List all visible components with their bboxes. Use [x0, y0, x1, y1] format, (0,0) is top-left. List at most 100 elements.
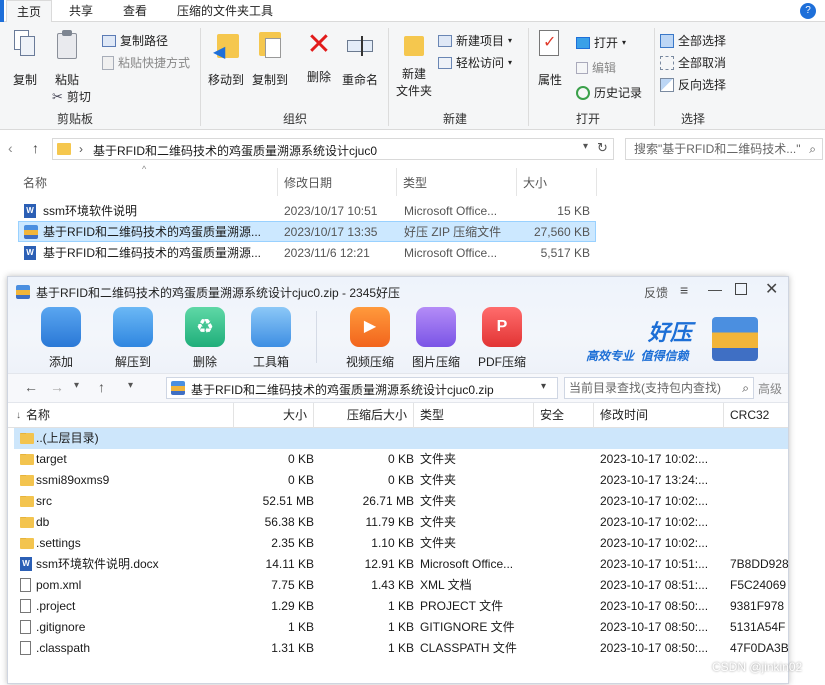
image-compress-button[interactable]: 图片压缩	[408, 307, 464, 370]
parent-directory-row[interactable]: ..(上层目录)	[14, 428, 788, 449]
column-header-name[interactable]: 名称	[23, 174, 47, 191]
feedback-link[interactable]: 反馈	[644, 284, 668, 301]
select-none-label: 全部取消	[678, 56, 727, 70]
edit-icon	[576, 61, 588, 74]
archive-row[interactable]: Wssm环境软件说明.docx 14.11 KB 12.91 KB Microsoft…	[14, 554, 789, 575]
archive-row[interactable]: .classpath 1.31 KB 1 KB CLASSPATH 文件 2023-10…	[14, 638, 789, 659]
file-type: 好压 ZIP 压缩文件	[404, 225, 502, 239]
column-separator[interactable]	[516, 168, 517, 196]
help-icon[interactable]: ?	[800, 3, 816, 19]
new-item-button[interactable]: 新建项目 ▾	[438, 32, 512, 49]
pdf-icon: P	[482, 307, 522, 347]
archive-entry-packed-size: 0 KB	[387, 452, 414, 466]
column-separator[interactable]	[396, 168, 397, 196]
archive-row[interactable]: .gitignore 1 KB 1 KB GITIGNORE 文件 2023-10-17…	[14, 617, 788, 638]
toolbar-divider	[316, 311, 317, 363]
tab-view[interactable]: 查看	[112, 0, 158, 22]
copy-to-button[interactable]: 复制到	[250, 30, 290, 88]
archive-path-input[interactable]: 基于RFID和二维码技术的鸡蛋质量溯源系统设计cjuc0.zip ▾	[166, 377, 558, 399]
select-none-button[interactable]: 全部取消	[660, 54, 726, 71]
column-header-crc32[interactable]: CRC32	[724, 403, 788, 428]
path-dropdown-icon[interactable]: ▾	[541, 381, 546, 392]
archive-entry-crc32: 47F0DA3B	[730, 641, 789, 655]
toolbox-button[interactable]: 工具箱	[246, 307, 296, 370]
archive-row[interactable]: .settings 2.35 KB 1.10 KB 文件夹 2023-10-17 10:…	[14, 533, 788, 554]
tab-home[interactable]: 主页	[6, 0, 52, 22]
extract-to-button[interactable]: 解压到	[108, 307, 158, 370]
image-compress-label: 图片压缩	[411, 355, 460, 369]
view-dropdown-icon[interactable]: ▾	[128, 380, 133, 391]
column-separator[interactable]	[277, 168, 278, 196]
file-row[interactable]: W 基于RFID和二维码技术的鸡蛋质量溯源... 2023/11/6 12:21…	[18, 243, 596, 264]
column-header-modified[interactable]: 修改时间	[594, 403, 724, 428]
file-tab-edge[interactable]	[0, 0, 4, 22]
cut-button[interactable]: ✂ 剪切	[52, 88, 91, 105]
archive-entry-type: PROJECT 文件	[420, 599, 504, 613]
archive-row[interactable]: .project 1.29 KB 1 KB PROJECT 文件 2023-10-17 …	[14, 596, 788, 617]
delete-button[interactable]: ♻ 删除	[180, 307, 230, 370]
pdf-compress-button[interactable]: P PDF压缩	[474, 307, 530, 370]
rename-button[interactable]: 重命名	[340, 30, 380, 88]
archive-search-input[interactable]: 当前目录查找(支持包内查找) ⌕	[564, 377, 754, 399]
up-arrow-icon[interactable]: ↑	[98, 379, 105, 395]
dropdown-arrow-icon: ▾	[622, 38, 627, 47]
column-header-date[interactable]: 修改日期	[284, 174, 332, 191]
file-row[interactable]: W ssm环境软件说明 2023/10/17 10:51 Microsoft O…	[18, 201, 596, 222]
haozip-nav-bar: ← → ▾ ↑ ▾ 基于RFID和二维码技术的鸡蛋质量溯源系统设计cjuc0.z…	[8, 373, 788, 403]
paste-shortcut-icon	[102, 55, 114, 70]
maximize-icon[interactable]	[735, 283, 747, 295]
column-separator[interactable]	[596, 168, 597, 196]
forward-arrow-icon[interactable]: →	[50, 379, 64, 395]
copy-button[interactable]: 复制	[8, 30, 42, 88]
history-dropdown-icon[interactable]: ▾	[74, 380, 79, 391]
archive-entry-type: 文件夹	[420, 494, 457, 508]
column-header-packed-size[interactable]: 压缩后大小	[314, 403, 414, 428]
paste-shortcut-button[interactable]: 粘贴快捷方式	[102, 54, 190, 71]
archive-row[interactable]: target 0 KB 0 KB 文件夹 2023-10-17 10:02:...	[14, 449, 788, 470]
close-icon[interactable]: ✕	[765, 279, 778, 299]
open-button[interactable]: 打开 ▾	[576, 34, 626, 51]
new-folder-button[interactable]: 新建 文件夹	[394, 30, 434, 99]
tab-compressed-folder-tools[interactable]: 压缩的文件夹工具	[168, 0, 282, 22]
move-to-button[interactable]: ◀ 移动到	[206, 30, 246, 88]
column-header-type[interactable]: 类型	[403, 174, 427, 191]
address-dropdown-icon[interactable]: ▾	[583, 141, 588, 152]
column-header-security[interactable]: 安全	[534, 403, 594, 428]
archive-row[interactable]: db 56.38 KB 11.79 KB 文件夹 2023-10-17 10:02:..…	[14, 512, 788, 533]
archive-row[interactable]: pom.xml 7.75 KB 1.43 KB XML 文档 2023-10-17 08…	[14, 575, 788, 596]
archive-entry-name: .gitignore	[36, 620, 86, 634]
paste-button[interactable]: 粘贴	[50, 30, 84, 88]
column-header-name[interactable]: ↓ 名称	[8, 403, 234, 428]
group-divider	[200, 28, 201, 126]
folder-icon	[20, 517, 34, 528]
up-arrow-icon[interactable]: ↑	[32, 140, 39, 156]
address-input[interactable]: › 基于RFID和二维码技术的鸡蛋质量溯源系统设计cjuc0 ▾ ↻	[52, 138, 614, 160]
easy-access-button[interactable]: 轻松访问 ▾	[438, 54, 512, 71]
archive-row[interactable]: src 52.51 MB 26.71 MB 文件夹 2023-10-17 10:02:.…	[14, 491, 788, 512]
menu-icon[interactable]: ≡	[680, 282, 688, 298]
back-arrow-icon[interactable]: ←	[24, 379, 38, 395]
advanced-search-link[interactable]: 高级	[758, 380, 782, 397]
delete-button[interactable]: ✕ 删除	[302, 30, 336, 85]
invert-selection-button[interactable]: 反向选择	[660, 76, 726, 93]
paste-shortcut-label: 粘贴快捷方式	[118, 56, 191, 70]
select-all-button[interactable]: 全部选择	[660, 32, 726, 49]
column-header-size[interactable]: 大小	[234, 403, 314, 428]
edit-button[interactable]: 编辑	[576, 59, 616, 76]
add-button[interactable]: 添加	[36, 307, 86, 370]
properties-button[interactable]: ✓ 属性	[532, 30, 568, 88]
search-input[interactable]: 搜索"基于RFID和二维码技术..." ⌕	[625, 138, 823, 160]
archive-row[interactable]: ssmi89oxms9 0 KB 0 KB 文件夹 2023-10-17 13:24:.…	[14, 470, 788, 491]
back-arrow-icon[interactable]: ‹	[8, 140, 13, 156]
copy-path-button[interactable]: 复制路径	[102, 32, 168, 49]
archive-entry-name: ssmi89oxms9	[36, 473, 110, 487]
refresh-icon[interactable]: ↻	[597, 140, 608, 156]
file-row-selected[interactable]: 基于RFID和二维码技术的鸡蛋质量溯源... 2023/10/17 13:35 …	[18, 221, 596, 242]
file-date: 2023/10/17 13:35	[284, 225, 378, 239]
column-header-type[interactable]: 类型	[414, 403, 534, 428]
history-button[interactable]: 历史记录	[576, 84, 642, 101]
tab-share[interactable]: 共享	[58, 0, 104, 22]
column-header-size[interactable]: 大小	[523, 174, 547, 191]
video-compress-button[interactable]: ▶ 视频压缩	[342, 307, 398, 370]
minimize-icon[interactable]: —	[708, 281, 722, 297]
